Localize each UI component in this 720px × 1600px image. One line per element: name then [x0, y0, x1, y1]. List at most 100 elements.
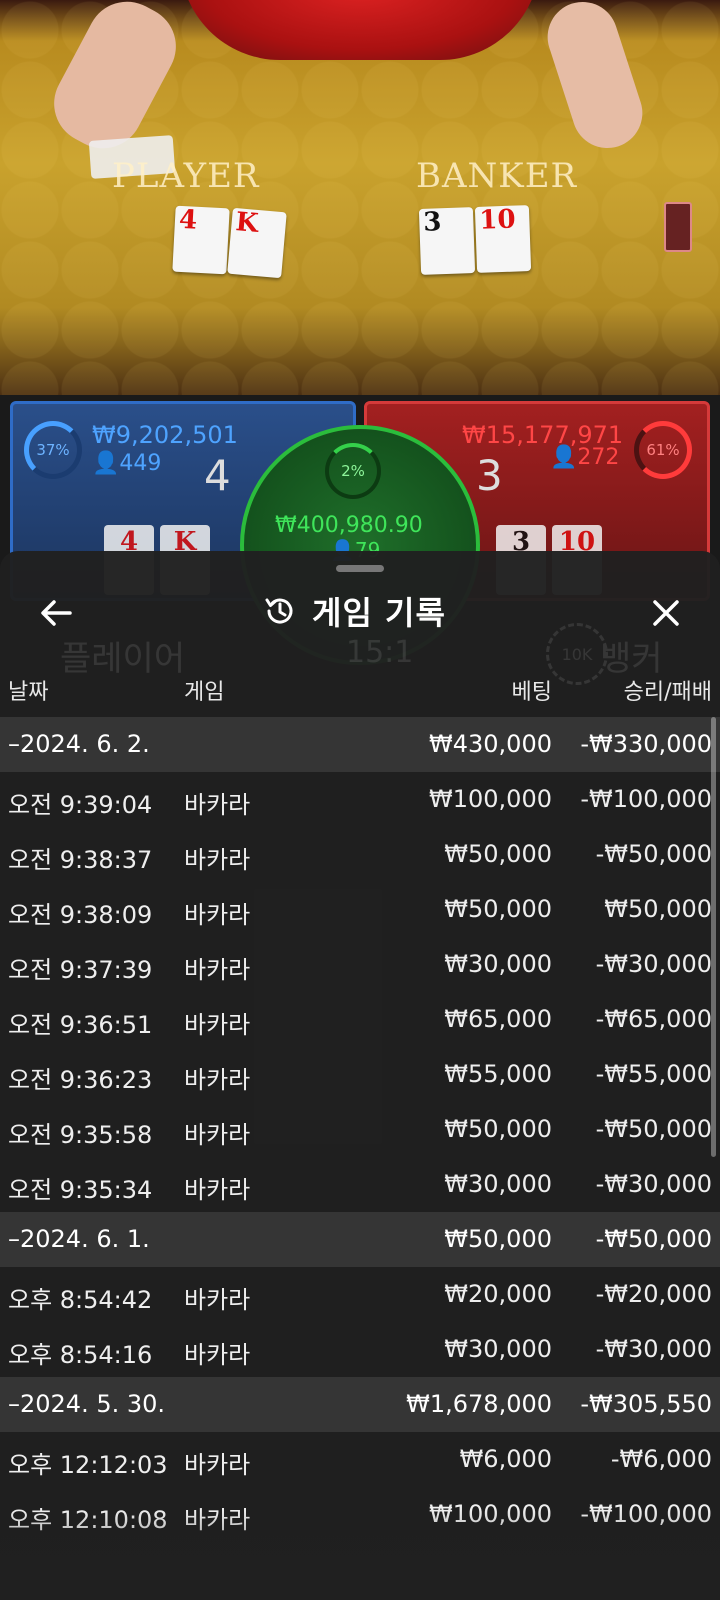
close-button[interactable]	[646, 593, 686, 633]
date-total-bet: ₩1,678,000	[406, 1390, 552, 1418]
person-icon: 👤	[550, 445, 578, 470]
sheet-title: 게임 기록	[262, 589, 446, 633]
row-game: 바카라	[184, 956, 251, 984]
table-banker-label: BANKER	[416, 156, 578, 196]
row-result: -₩100,000	[580, 785, 712, 813]
row-time: 오전 9:35:34	[8, 1176, 153, 1204]
history-row[interactable]: 오전 9:36:51 바카라 ₩65,000 -₩65,000	[0, 992, 720, 1047]
date-group-row: –2024. 5. 30. ₩1,678,000 -₩305,550	[0, 1377, 720, 1432]
row-game: 바카라	[184, 1286, 251, 1314]
history-row[interactable]: 오후 12:12:03 바카라 ₩6,000 -₩6,000	[0, 1432, 720, 1487]
history-icon	[265, 598, 293, 624]
row-time: 오전 9:38:37	[8, 846, 153, 874]
person-icon: 👤	[92, 451, 120, 476]
table-player-label: PLAYER	[112, 156, 260, 196]
bg-player-bet-label: 플레이어	[60, 639, 186, 679]
tie-percent-ring: 2%	[325, 443, 381, 499]
row-bet: ₩50,000	[444, 840, 552, 868]
row-bet: ₩100,000	[429, 785, 552, 813]
row-game: 바카라	[184, 1176, 251, 1204]
row-bet: ₩6,000	[459, 1445, 552, 1473]
banker-percent-ring: 61%	[634, 421, 692, 479]
history-row[interactable]: 오후 8:54:42 바카라 ₩20,000 -₩20,000	[0, 1267, 720, 1322]
table-player-card-2: K	[227, 207, 287, 279]
row-time: 오전 9:39:04	[8, 791, 153, 819]
column-header-game: 게임	[184, 680, 225, 705]
live-video: PLAYER BANKER 4 K 3 10	[0, 0, 720, 410]
row-game: 바카라	[184, 901, 251, 929]
sheet-drag-handle[interactable]	[336, 565, 384, 572]
player-percent-ring: 37%	[24, 421, 82, 479]
column-header-bet: 베팅	[511, 680, 552, 705]
row-game: 바카라	[184, 1011, 251, 1039]
history-row[interactable]: 오전 9:36:23 바카라 ₩55,000 -₩55,000	[0, 1047, 720, 1102]
sheet-title-text: 게임 기록	[312, 594, 446, 632]
row-time: 오전 9:36:23	[8, 1066, 153, 1094]
history-scrollbar[interactable]	[711, 717, 716, 1157]
row-time: 오후 12:12:03	[8, 1451, 168, 1479]
row-bet: ₩30,000	[444, 1170, 552, 1198]
back-button[interactable]	[36, 593, 76, 633]
history-list[interactable]: –2024. 6. 2. ₩430,000 -₩330,000 오전 9:39:04 바…	[0, 717, 720, 1542]
table-banker-card-1: 3	[418, 207, 476, 275]
card-shoe	[664, 202, 692, 252]
column-header-date: 날짜	[8, 680, 49, 705]
bg-banker-bet-label: 뱅커	[600, 639, 663, 679]
row-result: -₩50,000	[595, 1115, 712, 1143]
row-game: 바카라	[184, 1121, 251, 1149]
row-game: 바카라	[184, 846, 251, 874]
player-score: 4	[204, 451, 231, 500]
row-time: 오후 8:54:42	[8, 1286, 153, 1314]
row-result: -₩30,000	[595, 950, 712, 978]
row-bet: ₩30,000	[444, 1335, 552, 1363]
history-row[interactable]: 오전 9:38:37 바카라 ₩50,000 -₩50,000	[0, 827, 720, 882]
history-row[interactable]: 오후 8:54:16 바카라 ₩30,000 -₩30,000	[0, 1322, 720, 1377]
row-game: 바카라	[184, 1451, 251, 1479]
arrow-left-icon	[41, 600, 72, 626]
history-row[interactable]: 오전 9:37:39 바카라 ₩30,000 -₩30,000	[0, 937, 720, 992]
player-bet-amount: ₩9,202,501	[92, 421, 238, 449]
history-row[interactable]: 오전 9:39:04 바카라 ₩100,000 -₩100,000	[0, 772, 720, 827]
date-group-row: –2024. 6. 1. ₩50,000 -₩50,000	[0, 1212, 720, 1267]
row-game: 바카라	[184, 1066, 251, 1094]
row-result: -₩50,000	[595, 840, 712, 868]
date-total-bet: ₩50,000	[444, 1225, 552, 1253]
row-time: 오전 9:35:58	[8, 1121, 153, 1149]
row-result: -₩6,000	[610, 1445, 712, 1473]
row-result: -₩30,000	[595, 1170, 712, 1198]
banker-score: 3	[476, 451, 503, 500]
game-history-sheet: 플레이어 15:1 10K 뱅커 게임 기록 날짜 게임 베팅 승리/패배 –2…	[0, 551, 720, 1600]
date-total-bet: ₩430,000	[429, 730, 552, 758]
banker-bettor-count: 👤272	[550, 445, 620, 470]
bottom-fade	[0, 1510, 720, 1600]
player-bettor-count: 👤449	[92, 451, 162, 476]
date-total-result: -₩50,000	[595, 1225, 712, 1253]
row-bet: ₩30,000	[444, 950, 552, 978]
history-row[interactable]: 오전 9:35:34 바카라 ₩30,000 -₩30,000	[0, 1157, 720, 1212]
date-label: –2024. 5. 30.	[8, 1390, 166, 1418]
row-result: -₩65,000	[595, 1005, 712, 1033]
row-bet: ₩50,000	[444, 1115, 552, 1143]
row-game: 바카라	[184, 1341, 251, 1369]
date-label: –2024. 6. 2.	[8, 730, 150, 758]
row-bet: ₩20,000	[444, 1280, 552, 1308]
history-row[interactable]: 오전 9:38:09 바카라 ₩50,000 ₩50,000	[0, 882, 720, 937]
row-time: 오후 8:54:16	[8, 1341, 153, 1369]
row-time: 오전 9:38:09	[8, 901, 153, 929]
row-result: ₩50,000	[604, 895, 712, 923]
date-total-result: -₩305,550	[580, 1390, 712, 1418]
row-bet: ₩50,000	[444, 895, 552, 923]
bg-tie-payout: 15:1	[346, 635, 414, 670]
row-result: -₩55,000	[595, 1060, 712, 1088]
row-time: 오전 9:36:51	[8, 1011, 153, 1039]
tie-bet-amount: ₩400,980.90	[275, 513, 423, 538]
date-total-result: -₩330,000	[580, 730, 712, 758]
row-result: -₩30,000	[595, 1335, 712, 1363]
date-group-row: –2024. 6. 2. ₩430,000 -₩330,000	[0, 717, 720, 772]
row-game: 바카라	[184, 791, 251, 819]
row-time: 오전 9:37:39	[8, 956, 153, 984]
table-player-card-1: 4	[172, 205, 230, 275]
history-row[interactable]: 오전 9:35:58 바카라 ₩50,000 -₩50,000	[0, 1102, 720, 1157]
row-result: -₩20,000	[595, 1280, 712, 1308]
date-label: –2024. 6. 1.	[8, 1225, 150, 1253]
